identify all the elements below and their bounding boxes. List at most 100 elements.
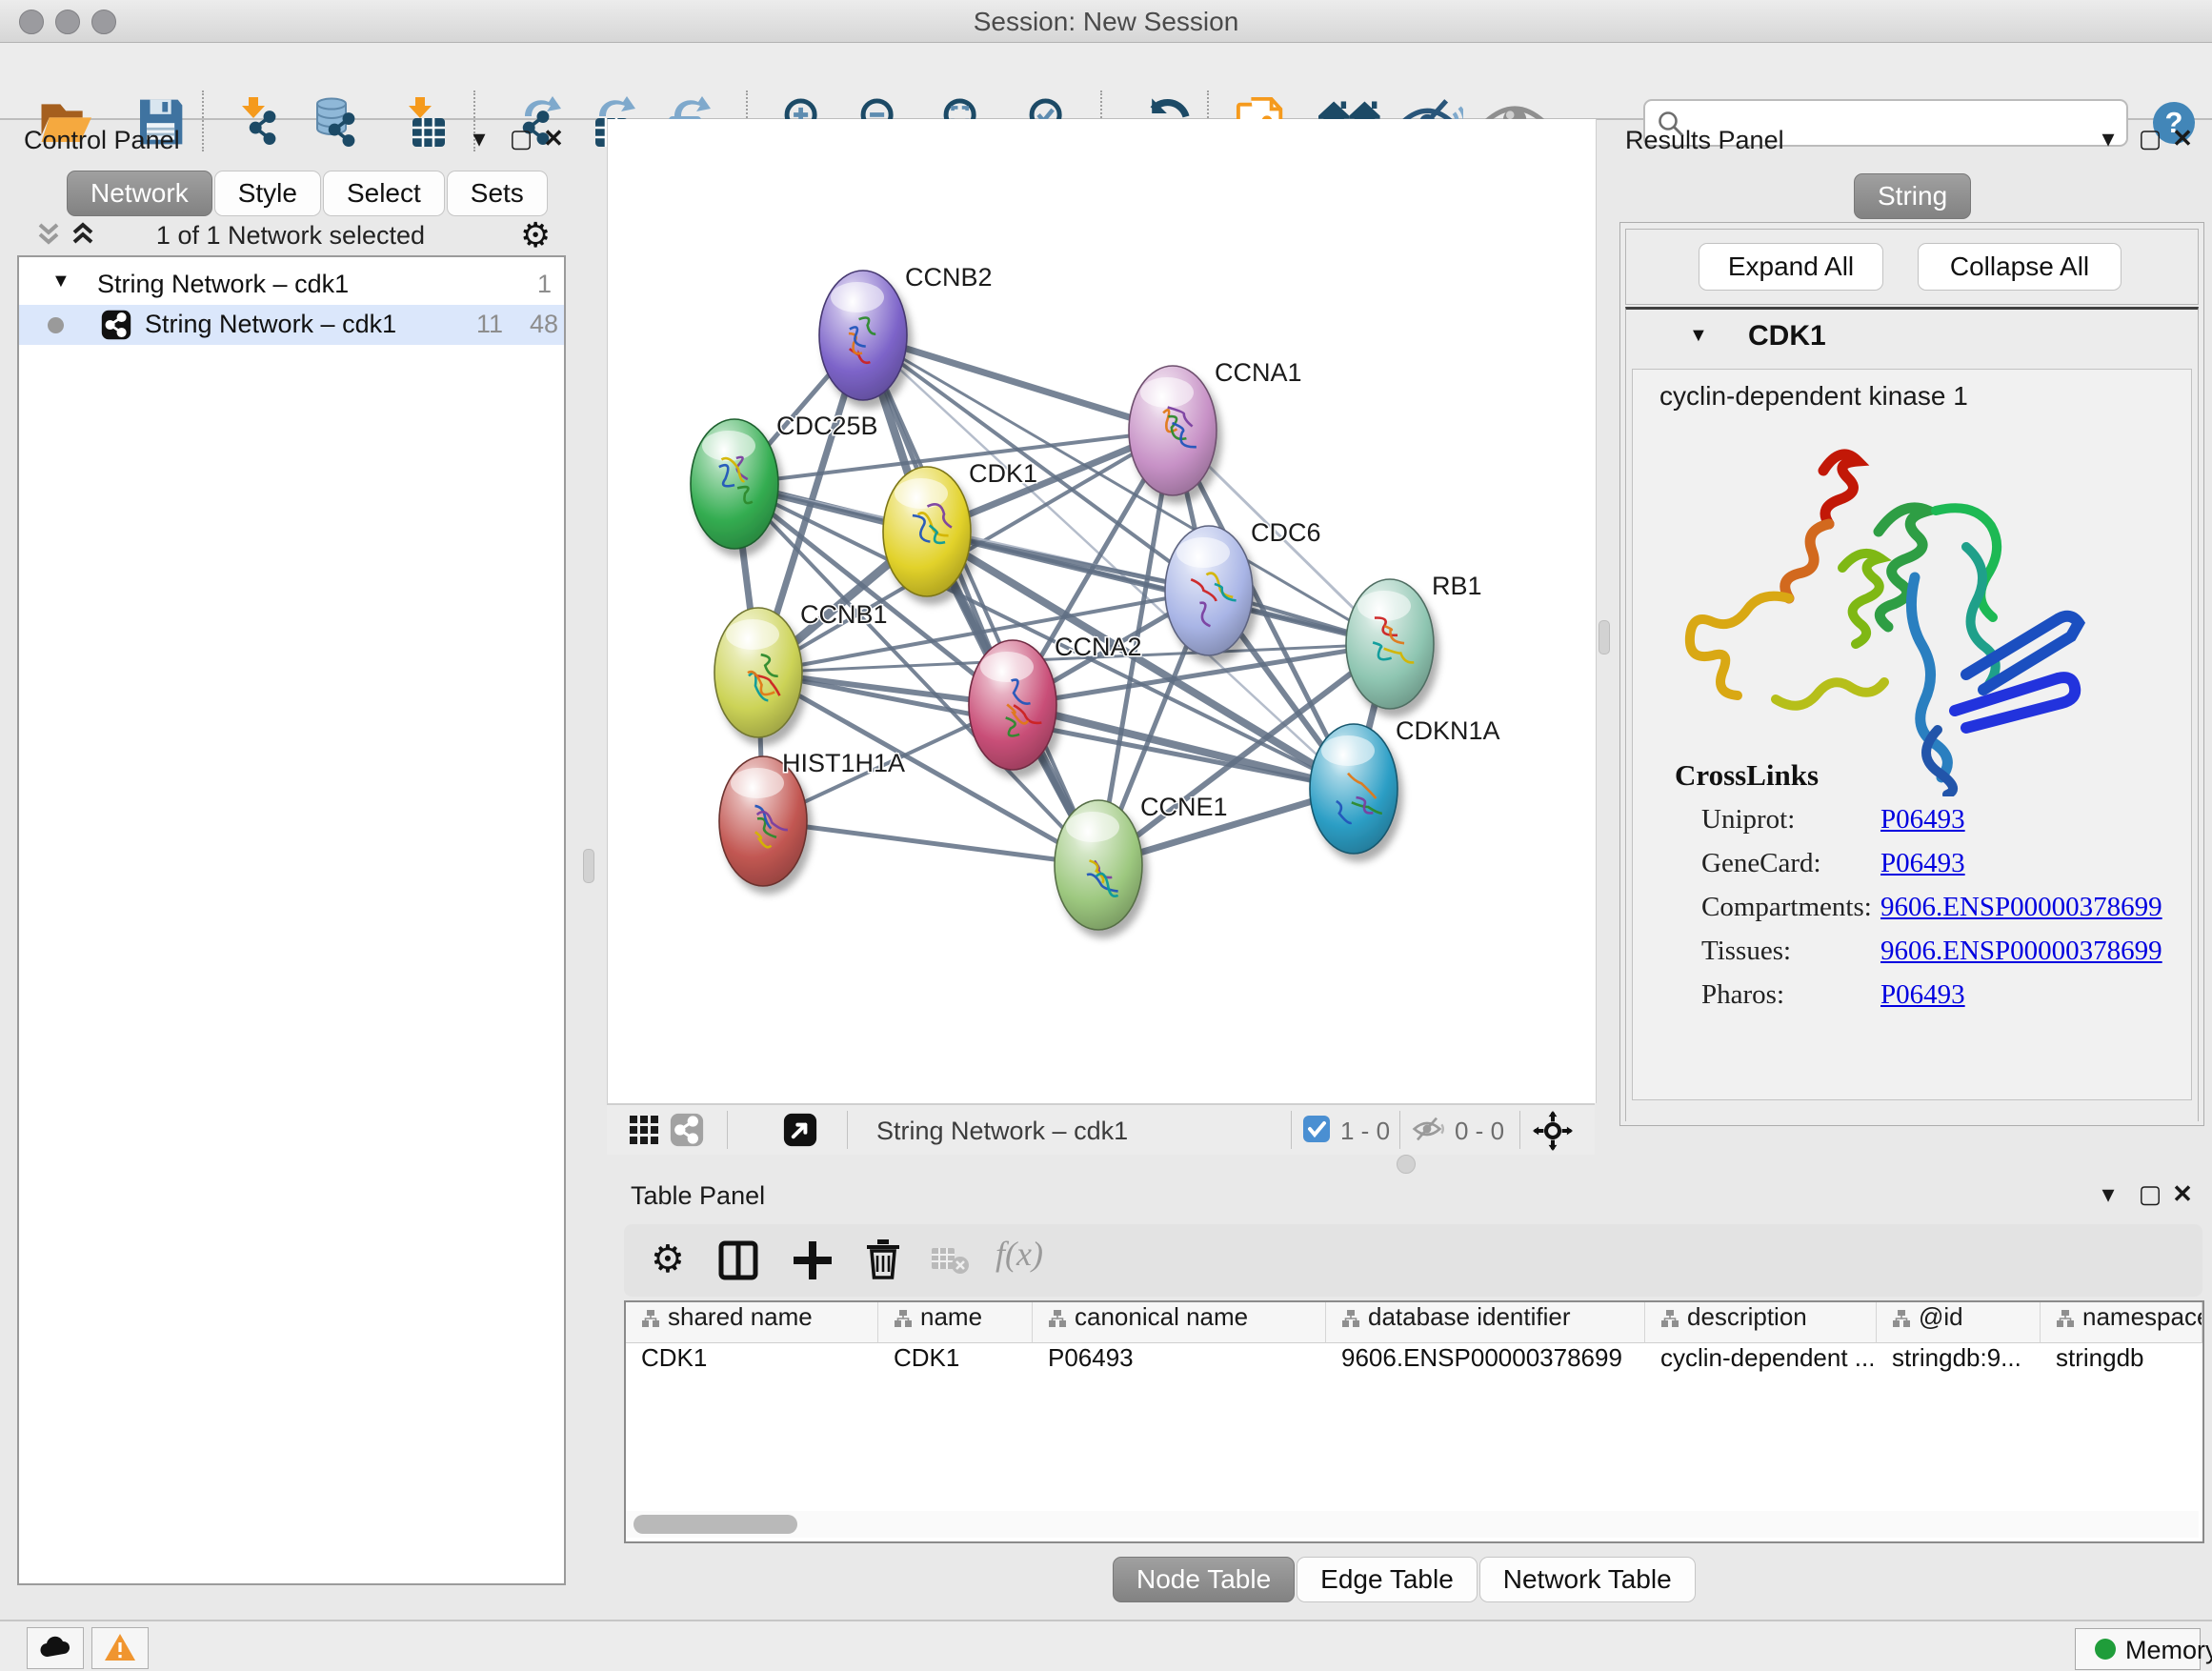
- control-panel-close-icon[interactable]: ✕: [537, 124, 570, 153]
- tab-network[interactable]: Network: [67, 171, 212, 216]
- crosslink-label: Compartments:: [1701, 892, 1872, 922]
- import-network-database-icon: [312, 95, 363, 149]
- node-HIST1H1A[interactable]: HIST1H1A: [719, 749, 905, 886]
- node-CDKN1A[interactable]: CDKN1A: [1310, 716, 1500, 854]
- collapse-all-button[interactable]: Collapse All: [1918, 243, 2122, 291]
- import-network-file-icon: [238, 95, 286, 149]
- table-cell[interactable]: stringdb:9...: [1892, 1343, 2037, 1381]
- toolbar-separator: [202, 91, 204, 151]
- tab-string[interactable]: String: [1854, 173, 1971, 219]
- crosslink-link[interactable]: 9606.ENSP00000378699: [1880, 936, 2162, 967]
- network-canvas[interactable]: CCNB2 CCNA1 CDC25B CDK1 CDC6 RB1 CCNB1 C…: [607, 119, 1597, 1103]
- column-header-description[interactable]: description: [1645, 1302, 1877, 1343]
- function-builder-icon[interactable]: f(x): [995, 1234, 1043, 1274]
- birds-eye-view-icon[interactable]: [1533, 1111, 1573, 1158]
- grid-mode-icon[interactable]: [629, 1115, 659, 1152]
- column-header-databaseidentifier[interactable]: database identifier: [1326, 1302, 1645, 1343]
- table-panel-close-icon[interactable]: ✕: [2166, 1179, 2199, 1209]
- gene-expander-icon[interactable]: ▼: [1689, 325, 1708, 347]
- detach-view-icon[interactable]: [783, 1113, 817, 1154]
- control-panel-float-icon[interactable]: ▾: [463, 124, 495, 153]
- results-panel-title: Results Panel: [1625, 126, 1784, 155]
- column-header-name[interactable]: name: [878, 1302, 1033, 1343]
- column-header-canonicalname[interactable]: canonical name: [1033, 1302, 1326, 1343]
- cloud-button[interactable]: [27, 1627, 84, 1669]
- left-splitter-handle[interactable]: [583, 849, 594, 883]
- protein-structure-image: [1680, 425, 2090, 796]
- node-CCNA1[interactable]: CCNA1: [1129, 358, 1302, 495]
- crosslink-link[interactable]: P06493: [1880, 979, 1965, 1011]
- crosslink-link[interactable]: P06493: [1880, 804, 1965, 836]
- edge-CCNB2-CCNE1[interactable]: [863, 335, 1098, 865]
- results-panel-maximize-icon[interactable]: ▢: [2134, 124, 2166, 153]
- table-scrollbar-thumb[interactable]: [633, 1515, 797, 1534]
- control-panel-maximize-icon[interactable]: ▢: [505, 124, 537, 153]
- node-label-HIST1H1A: HIST1H1A: [782, 749, 905, 777]
- column-header-namespace[interactable]: namespace: [2041, 1302, 2202, 1343]
- tab-select[interactable]: Select: [323, 171, 445, 216]
- tab-edge-table[interactable]: Edge Table: [1297, 1557, 1478, 1602]
- table-cell[interactable]: cyclin-dependent ...: [1660, 1343, 1873, 1381]
- results-panel-float-icon[interactable]: ▾: [2092, 124, 2124, 153]
- tab-node-table[interactable]: Node Table: [1113, 1557, 1295, 1602]
- crosslink-row: Pharos:P06493: [1701, 979, 2178, 1023]
- node-RB1[interactable]: RB1: [1346, 572, 1482, 709]
- node-label-CCNB1: CCNB1: [800, 600, 888, 629]
- column-type-icon: [1048, 1309, 1067, 1328]
- horizontal-splitter-handle[interactable]: [1397, 1155, 1416, 1174]
- import-network-database-button[interactable]: [312, 95, 363, 149]
- string-network-graph[interactable]: CCNB2 CCNA1 CDC25B CDK1 CDC6 RB1 CCNB1 C…: [608, 119, 1596, 1103]
- network-type-icon: [101, 310, 131, 347]
- network-selection-bar: 1 of 1 Network selected ⚙: [17, 217, 564, 253]
- table-horizontal-scrollbar[interactable]: [626, 1511, 2199, 1538]
- network-node-count: 11: [476, 310, 503, 339]
- delete-column-trash-icon[interactable]: [862, 1238, 904, 1286]
- delete-table-icon[interactable]: [931, 1247, 969, 1280]
- expand-all-button[interactable]: Expand All: [1699, 243, 1883, 291]
- tab-sets[interactable]: Sets: [447, 171, 548, 216]
- column-header-id[interactable]: @id: [1877, 1302, 2041, 1343]
- show-columns-icon[interactable]: [717, 1239, 759, 1286]
- edge-CCNB2-CCNA1[interactable]: [863, 335, 1173, 431]
- node-CCNB2[interactable]: CCNB2: [819, 263, 993, 400]
- network-collection-row[interactable]: ▼ String Network – cdk1 1: [19, 265, 564, 305]
- edge-HIST1H1A-CCNE1[interactable]: [763, 821, 1098, 865]
- node-CCNE1[interactable]: CCNE1: [1055, 793, 1228, 930]
- table-panel-maximize-icon[interactable]: ▢: [2134, 1179, 2166, 1209]
- results-panel-close-icon[interactable]: ✕: [2166, 124, 2199, 153]
- network-view-icon[interactable]: [670, 1113, 704, 1154]
- crosslink-link[interactable]: 9606.ENSP00000378699: [1880, 892, 2162, 923]
- right-splitter-handle[interactable]: [1599, 620, 1610, 654]
- node-table[interactable]: shared namenamecanonical namedatabase id…: [624, 1300, 2204, 1543]
- network-row[interactable]: String Network – cdk1 11 48: [19, 305, 564, 345]
- hidden-eye-icon: [1412, 1115, 1446, 1150]
- table-cell[interactable]: P06493: [1048, 1343, 1322, 1381]
- column-type-icon: [1892, 1309, 1911, 1328]
- edge-CDK1-RB1[interactable]: [927, 532, 1390, 644]
- network-options-gear-icon[interactable]: ⚙: [520, 215, 551, 255]
- create-column-icon[interactable]: [792, 1239, 834, 1286]
- table-cell[interactable]: CDK1: [641, 1343, 875, 1381]
- memory-status-dot: [2095, 1639, 2116, 1660]
- node-label-CCNE1: CCNE1: [1140, 793, 1228, 821]
- memory-button[interactable]: Memory: [2075, 1628, 2201, 1670]
- hidden-node-edge-counts: 0 - 0: [1455, 1117, 1504, 1146]
- warnings-button[interactable]: [91, 1627, 149, 1669]
- table-options-gear-icon[interactable]: ⚙: [651, 1238, 685, 1281]
- table-cell[interactable]: 9606.ENSP00000378699: [1341, 1343, 1641, 1381]
- tab-style[interactable]: Style: [214, 171, 321, 216]
- column-header-sharedname[interactable]: shared name: [626, 1302, 878, 1343]
- table-toolbar: ⚙ f(x): [624, 1224, 2202, 1297]
- import-network-file-button[interactable]: [238, 95, 286, 149]
- table-panel-float-icon[interactable]: ▾: [2092, 1179, 2124, 1209]
- collection-expander-icon[interactable]: ▼: [51, 271, 70, 292]
- node-label-CCNA1: CCNA1: [1215, 358, 1302, 387]
- crosslink-label: GeneCard:: [1701, 848, 1821, 878]
- gene-header[interactable]: ▼ CDK1: [1626, 310, 2198, 365]
- import-table-file-button[interactable]: [403, 95, 451, 149]
- tab-network-table[interactable]: Network Table: [1479, 1557, 1696, 1602]
- table-cell[interactable]: stringdb: [2056, 1343, 2199, 1381]
- crosslink-link[interactable]: P06493: [1880, 848, 1965, 879]
- node-CDC25B[interactable]: CDC25B: [691, 412, 878, 549]
- table-cell[interactable]: CDK1: [894, 1343, 1029, 1381]
